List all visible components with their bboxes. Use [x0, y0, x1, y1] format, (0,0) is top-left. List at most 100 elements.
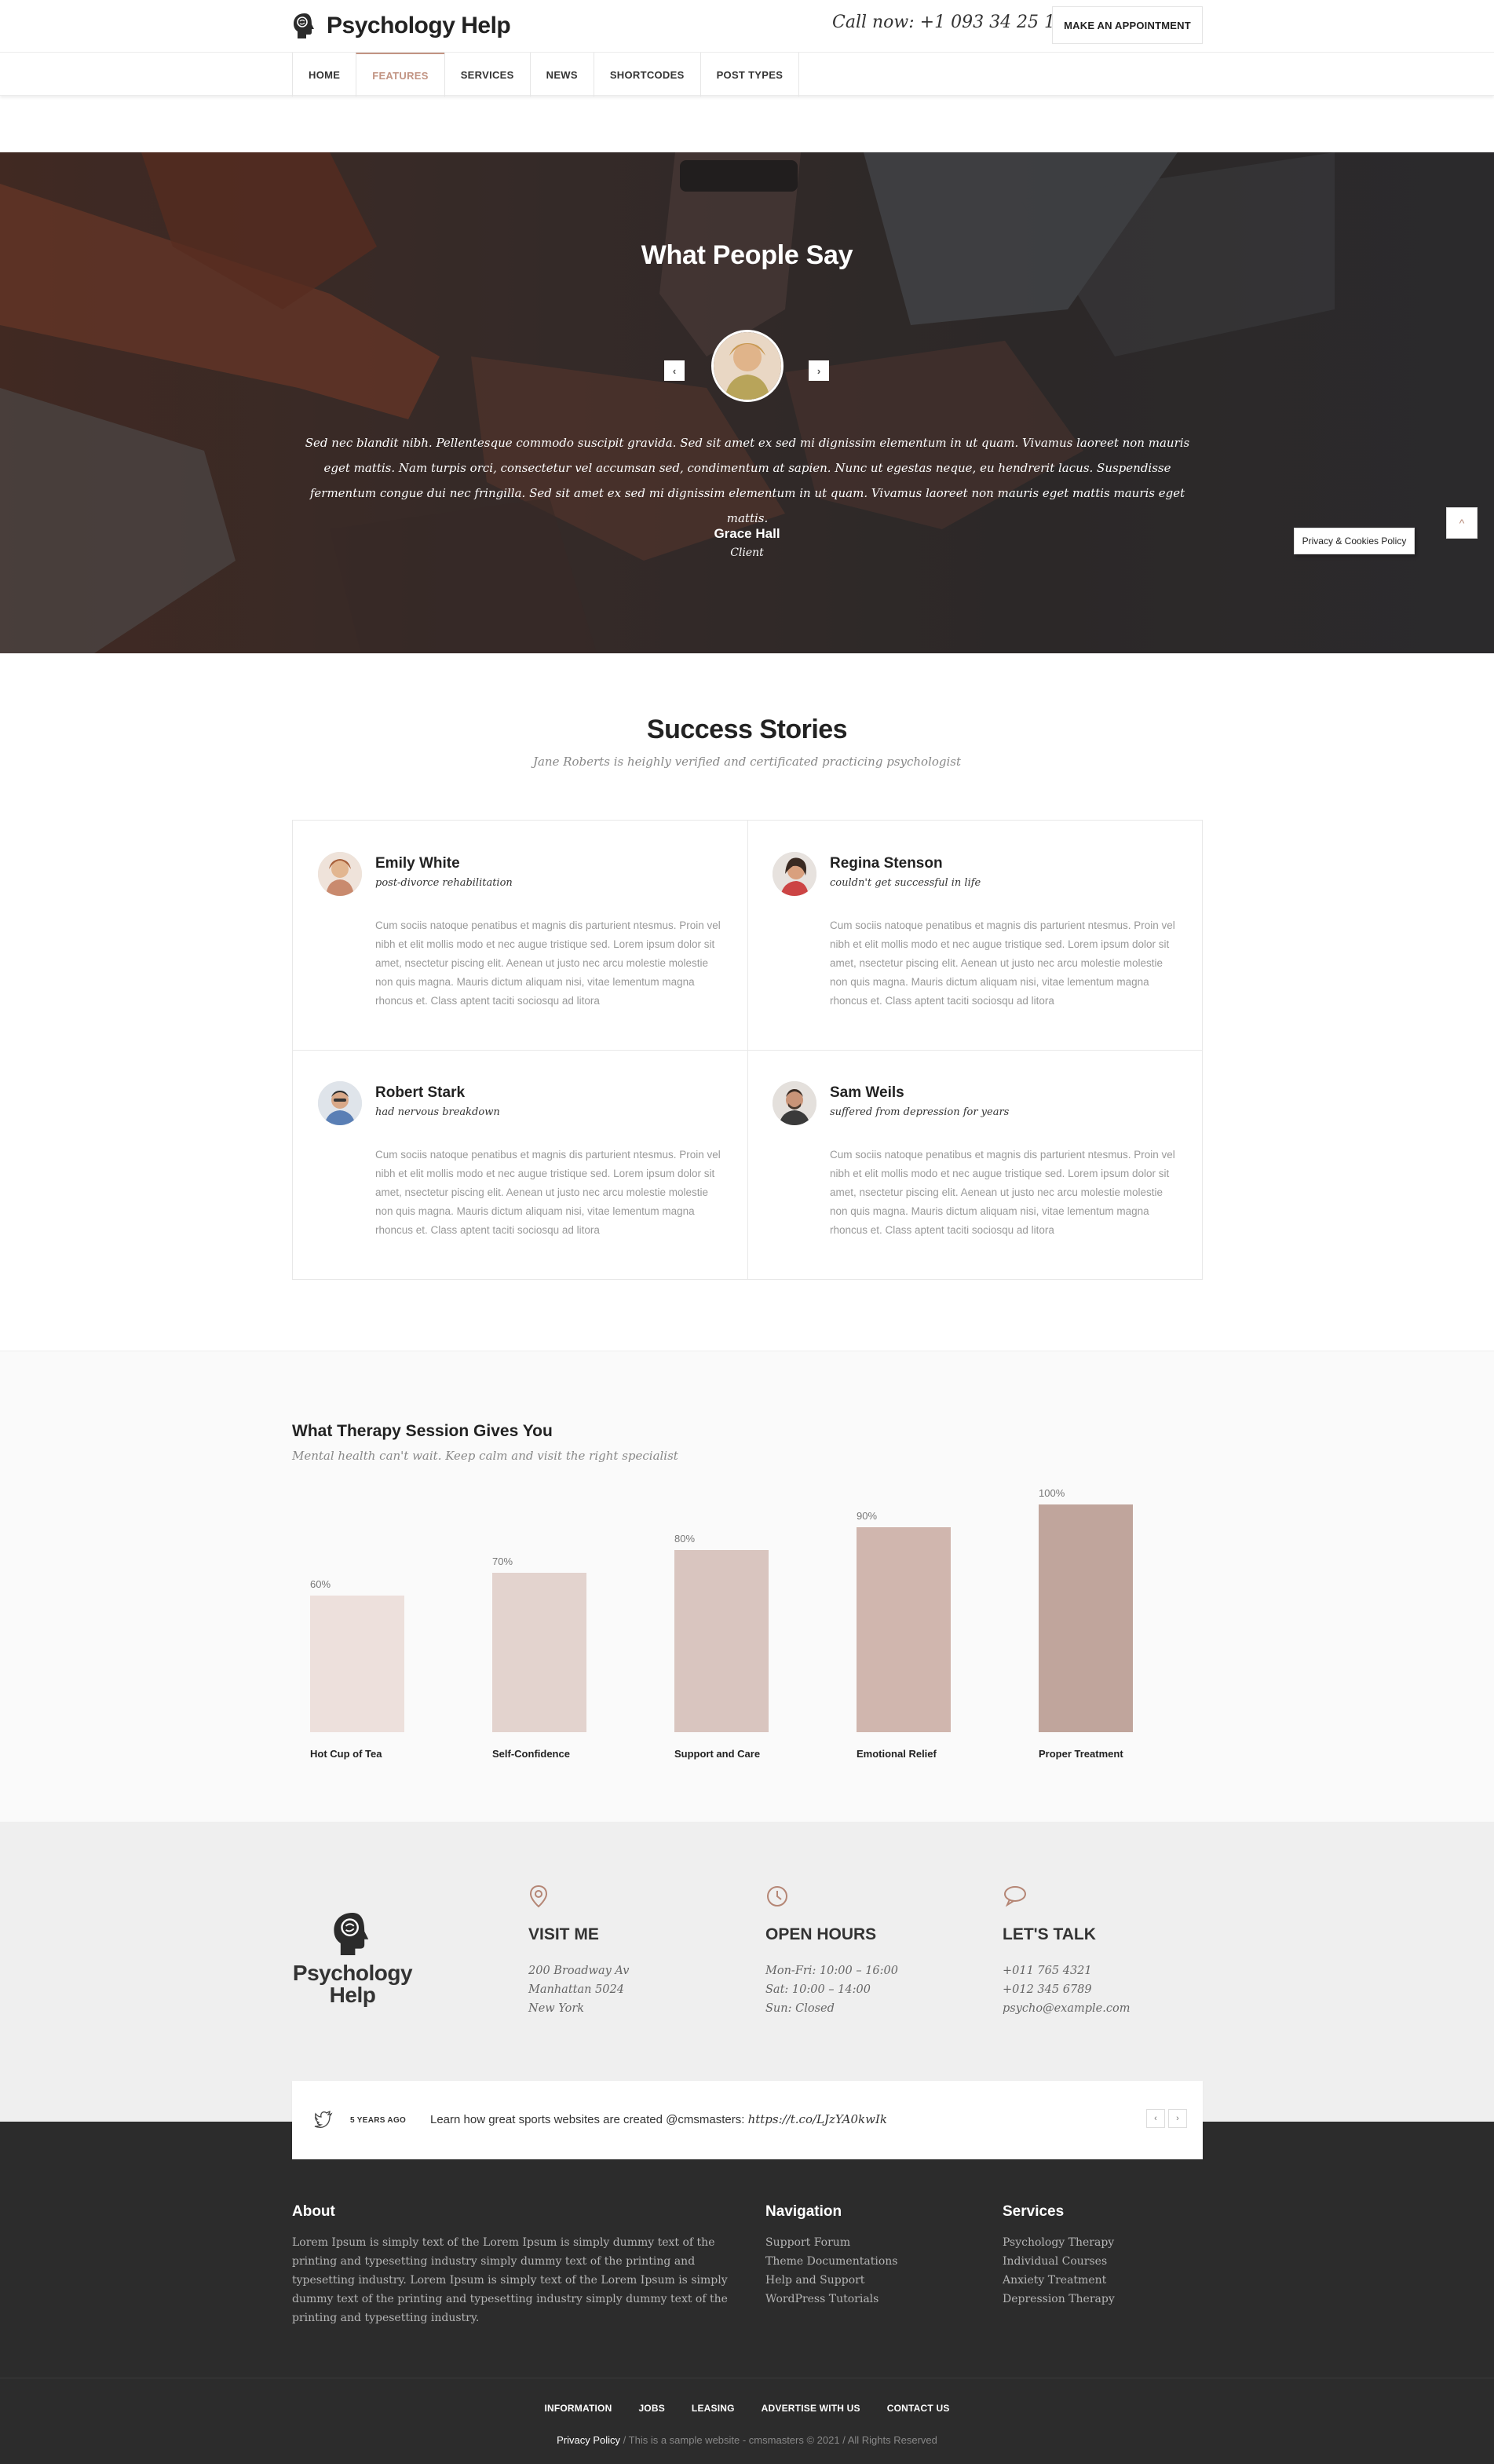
bottom-link-advertise[interactable]: ADVERTISE WITH US [762, 2403, 860, 2414]
chart-value-label: 80% [674, 1533, 696, 1545]
therapy-bar-chart: 60% Hot Cup of Tea 70% Self-Confidence 80% Su… [292, 1469, 1203, 1783]
therapy-section: What Therapy Session Gives You Mental he… [0, 1351, 1494, 1822]
copyright: Privacy Policy / This is a sample websit… [0, 2434, 1494, 2446]
avatar [318, 1081, 362, 1125]
site-logo[interactable]: Psychology Help [292, 8, 511, 44]
avatar [773, 852, 816, 896]
story-name: Emily White [375, 855, 460, 872]
testimonial-avatar [711, 330, 784, 402]
avatar [773, 1081, 816, 1125]
chart-value-label: 100% [1039, 1487, 1065, 1499]
footer-services: Services Psychology Therapy Individual C… [1003, 2203, 1207, 2309]
nav-home[interactable]: HOME [292, 53, 356, 97]
footer-link[interactable]: Support Forum [765, 2233, 970, 2252]
chart-value-label: 60% [310, 1578, 331, 1590]
call-now: Call now: +1 093 34 25 123 [832, 13, 1078, 32]
testimonial-author: Grace Hall [714, 526, 780, 541]
chart-value-label: 70% [492, 1556, 513, 1567]
footer-link[interactable]: WordPress Tutorials [765, 2290, 970, 2309]
brain-head-icon [331, 1910, 374, 1958]
nav-post-types[interactable]: POST TYPES [700, 53, 800, 97]
privacy-policy-link[interactable]: Privacy Policy [557, 2434, 620, 2446]
bottom-link-leasing[interactable]: LEASING [692, 2403, 735, 2414]
footer-about: About Lorem Ipsum is simply text of the … [292, 2203, 732, 2327]
chart-value-label: 90% [857, 1510, 878, 1522]
therapy-subtitle: Mental health can't wait. Keep calm and … [292, 1449, 678, 1463]
chart-category-label: Emotional Relief [857, 1748, 937, 1760]
hours-line: Mon-Fri: 10:00 – 16:00 [765, 1965, 898, 1977]
hero-background-image [0, 152, 1494, 653]
testimonial-quote: Sed nec blandit nibh. Pellentesque commo… [305, 436, 1190, 525]
clock-icon [765, 1885, 970, 1908]
privacy-cookies-button[interactable]: Privacy & Cookies Policy [1294, 528, 1415, 554]
tweet-time: 5 YEARS AGO [350, 2116, 407, 2125]
contact-info-section: Psychology Help VISIT ME 200 Broadway Av… [0, 1822, 1494, 2122]
copyright-text: / This is a sample website - cmsmasters … [620, 2434, 937, 2446]
chart-bar [1039, 1504, 1133, 1732]
tweet-next-button[interactable]: › [1168, 2109, 1187, 2128]
email-line[interactable]: psycho@example.com [1003, 1999, 1207, 2018]
hours-line: Sat: 10:00 – 14:00 [765, 1983, 871, 1996]
site-footer: About Lorem Ipsum is simply text of the … [0, 2122, 1494, 2464]
story-tagline: suffered from depression for years [830, 1106, 1010, 1118]
success-title: Success Stories [646, 715, 848, 744]
nav-shortcodes[interactable]: SHORTCODES [593, 53, 700, 97]
about-heading: About [292, 2203, 335, 2220]
visit-me-heading: VISIT ME [528, 1925, 599, 1943]
address-line: Manhattan 5024 [528, 1983, 624, 1996]
footer-link[interactable]: Psychology Therapy [1003, 2233, 1207, 2252]
make-appointment-button[interactable]: MAKE AN APPOINTMENT [1052, 6, 1203, 44]
chart-category-label: Self-Confidence [492, 1748, 570, 1760]
footer-logo[interactable]: Psychology Help [292, 1910, 413, 2006]
site-header: Psychology Help Call now: +1 093 34 25 1… [0, 0, 1494, 97]
chart-bar [857, 1527, 951, 1732]
speech-bubble-icon [1003, 1885, 1207, 1908]
tweet-text: Learn how great sports websites are crea… [430, 2113, 745, 2126]
footer-link[interactable]: Help and Support [765, 2271, 970, 2290]
story-tagline: post-divorce rehabilitation [375, 877, 513, 889]
tweet-message: Learn how great sports websites are crea… [430, 2112, 887, 2126]
chart-bar [492, 1573, 586, 1732]
footer-link[interactable]: Theme Documentations [765, 2252, 970, 2271]
nav-services[interactable]: SERVICES [444, 53, 530, 97]
tweet-prev-button[interactable]: ‹ [1146, 2109, 1165, 2128]
phone-line: +012 345 6789 [1003, 1983, 1092, 1996]
tweet-link[interactable]: https://t.co/LJzYA0kwIk [748, 2112, 887, 2126]
therapy-title: What Therapy Session Gives You [292, 1422, 553, 1440]
story-card: Robert Stark had nervous breakdown Cum s… [293, 1050, 747, 1279]
address-line: New York [528, 2002, 585, 2015]
story-text: Cum sociis natoque penatibus et magnis d… [375, 1149, 721, 1236]
bottom-link-jobs[interactable]: JOBS [638, 2403, 664, 2414]
chart-bar [674, 1550, 769, 1732]
lets-talk-heading: LET'S TALK [1003, 1925, 1096, 1943]
brain-head-icon [292, 12, 317, 40]
success-stories-grid: Emily White post-divorce rehabilitation … [292, 820, 1203, 1280]
back-to-top-button[interactable]: ^ [1446, 507, 1478, 539]
testimonial-prev-button[interactable]: ‹ [664, 360, 685, 381]
story-tagline: couldn't get successful in life [830, 877, 981, 889]
open-hours-heading: OPEN HOURS [765, 1925, 877, 1943]
twitter-bird-icon [314, 2111, 333, 2128]
footer-logo-text-2: Help [329, 1983, 376, 2007]
footer-link[interactable]: Depression Therapy [1003, 2290, 1207, 2309]
bottom-link-information[interactable]: INFORMATION [544, 2403, 612, 2414]
bottom-link-contact[interactable]: CONTACT US [887, 2403, 950, 2414]
twitter-feed: 5 YEARS AGO Learn how great sports websi… [292, 2081, 1203, 2159]
story-tagline: had nervous breakdown [375, 1106, 500, 1118]
testimonials-title: What People Say [641, 240, 853, 270]
footer-link[interactable]: Individual Courses [1003, 2252, 1207, 2271]
footer-link[interactable]: Anxiety Treatment [1003, 2271, 1207, 2290]
testimonial-next-button[interactable]: › [809, 360, 829, 381]
navigation-heading: Navigation [765, 2203, 842, 2220]
nav-news[interactable]: NEWS [529, 53, 594, 97]
nav-features[interactable]: FEATURES [356, 53, 444, 97]
chart-category-label: Support and Care [674, 1748, 761, 1760]
chevron-up-icon: ^ [1459, 517, 1465, 529]
open-hours-column: OPEN HOURS Mon-Fri: 10:00 – 16:00 Sat: 1… [765, 1885, 970, 2018]
services-heading: Services [1003, 2203, 1065, 2220]
location-pin-icon [528, 1885, 732, 1908]
story-text: Cum sociis natoque penatibus et magnis d… [375, 919, 721, 1007]
story-card: Sam Weils suffered from depression for y… [747, 1050, 1202, 1279]
story-card: Regina Stenson couldn't get successful i… [747, 821, 1202, 1050]
visit-me-column: VISIT ME 200 Broadway Av Manhattan 5024 … [528, 1885, 732, 2018]
